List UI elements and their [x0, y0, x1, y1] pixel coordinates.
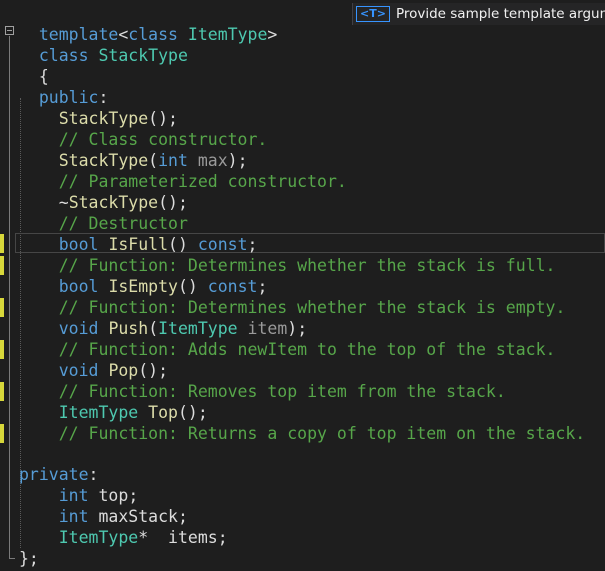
template-argument-bar[interactable]: <T> Provide sample template argum [352, 3, 605, 25]
collapse-toggle-icon[interactable] [5, 26, 14, 35]
code-line-4[interactable]: public: [19, 66, 109, 107]
change-marker [0, 382, 4, 401]
code-line-6[interactable]: StackType(); [19, 108, 178, 129]
outline-guide [9, 36, 10, 559]
code-line-25[interactable]: int maxStack; [19, 506, 188, 527]
change-marker [0, 424, 4, 443]
code-line-9[interactable]: // Parameterized constructor. [19, 171, 347, 192]
code-line-26[interactable]: ItemType* items; [19, 527, 228, 548]
code-line-7[interactable]: // Class constructor. [19, 129, 268, 150]
code-line-11[interactable]: // Destructor [19, 213, 188, 234]
code-line-19[interactable]: // Function: Removes top item from the s… [19, 381, 506, 402]
code-line-13[interactable]: // Function: Determines whether the stac… [19, 255, 556, 276]
code-line-27[interactable]: }; [19, 548, 39, 569]
code-line-10[interactable]: ~StackType(); [19, 192, 188, 213]
code-line-3[interactable]: { [19, 45, 49, 86]
outline-guide-end [9, 558, 15, 559]
template-badge: <T> [356, 6, 390, 22]
code-line-14[interactable]: bool IsEmpty() const; [19, 276, 268, 297]
code-line-20[interactable]: ItemType Top(); [19, 402, 208, 423]
code-line-12[interactable]: bool IsFull() const; [19, 234, 258, 255]
change-marker [0, 298, 4, 317]
change-marker [0, 234, 4, 253]
code-line-8[interactable]: StackType(int max); [19, 150, 248, 171]
code-line-24[interactable]: int top; [19, 485, 139, 506]
code-line-17[interactable]: // Function: Adds newItem to the top of … [19, 339, 556, 360]
code-line-1[interactable]: template<class ItemType> [19, 3, 277, 44]
code-line-2[interactable]: class StackType [19, 24, 188, 65]
code-line-16[interactable]: void Push(ItemType item); [19, 318, 307, 339]
code-line-15[interactable]: // Function: Determines whether the stac… [19, 297, 566, 318]
code-line-21[interactable]: // Function: Returns a copy of top item … [19, 423, 586, 444]
template-hint-text: Provide sample template argum [395, 6, 605, 22]
code-line-23[interactable]: private: [19, 464, 98, 485]
code-line-18[interactable]: void Pop(); [19, 360, 168, 381]
change-marker [0, 340, 4, 359]
change-marker [0, 256, 4, 275]
